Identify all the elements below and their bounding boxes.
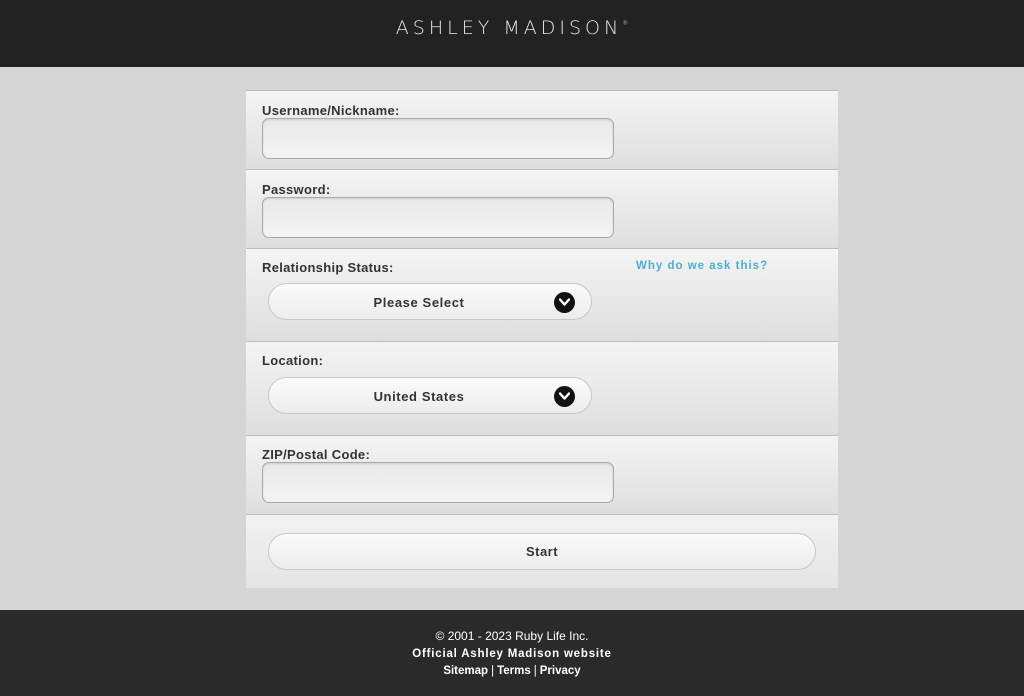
relationship-section: Relationship Status: Why do we ask this?… bbox=[246, 249, 838, 342]
relationship-select-value: Please Select bbox=[373, 295, 465, 310]
chevron-down-icon bbox=[554, 292, 575, 313]
privacy-link[interactable]: Privacy bbox=[540, 665, 581, 677]
chevron-down-icon bbox=[554, 386, 575, 407]
registered-mark: ® bbox=[622, 20, 629, 27]
site-header: ASHLEY MADISON® bbox=[0, 0, 1024, 67]
official-website-text: Official Ashley Madison website bbox=[412, 648, 612, 660]
footer-links: Sitemap | Terms | Privacy bbox=[0, 665, 1024, 677]
username-input[interactable] bbox=[262, 118, 614, 159]
logo-text: ASHLEY MADISON bbox=[395, 17, 623, 39]
zip-section: ZIP/Postal Code: bbox=[246, 436, 838, 515]
copyright-text: © 2001 - 2023 Ruby Life Inc. bbox=[435, 629, 589, 643]
start-button[interactable]: Start bbox=[268, 533, 816, 570]
why-do-we-ask-link[interactable]: Why do we ask this? bbox=[636, 260, 768, 272]
link-separator: | bbox=[533, 665, 537, 677]
terms-link[interactable]: Terms bbox=[497, 665, 531, 677]
link-separator: | bbox=[491, 665, 495, 677]
username-section: Username/Nickname: bbox=[246, 91, 838, 170]
relationship-status-select[interactable]: Please Select bbox=[268, 283, 592, 320]
sitemap-link[interactable]: Sitemap bbox=[443, 665, 488, 677]
site-logo[interactable]: ASHLEY MADISON® bbox=[0, 17, 1024, 39]
site-footer: © 2001 - 2023 Ruby Life Inc. Official As… bbox=[0, 610, 1024, 696]
location-label: Location: bbox=[262, 353, 324, 368]
location-select-value: United States bbox=[373, 389, 465, 404]
zip-input[interactable] bbox=[262, 462, 614, 503]
password-label: Password: bbox=[262, 182, 331, 197]
start-section: Start bbox=[246, 515, 838, 588]
password-input[interactable] bbox=[262, 197, 614, 238]
zip-label: ZIP/Postal Code: bbox=[262, 447, 371, 462]
relationship-label: Relationship Status: bbox=[262, 260, 394, 275]
password-section: Password: bbox=[246, 170, 838, 249]
location-select[interactable]: United States bbox=[268, 377, 592, 414]
location-section: Location: United States bbox=[246, 342, 838, 436]
signup-form: Username/Nickname: Password: Relationshi… bbox=[246, 90, 838, 588]
username-label: Username/Nickname: bbox=[262, 103, 400, 118]
